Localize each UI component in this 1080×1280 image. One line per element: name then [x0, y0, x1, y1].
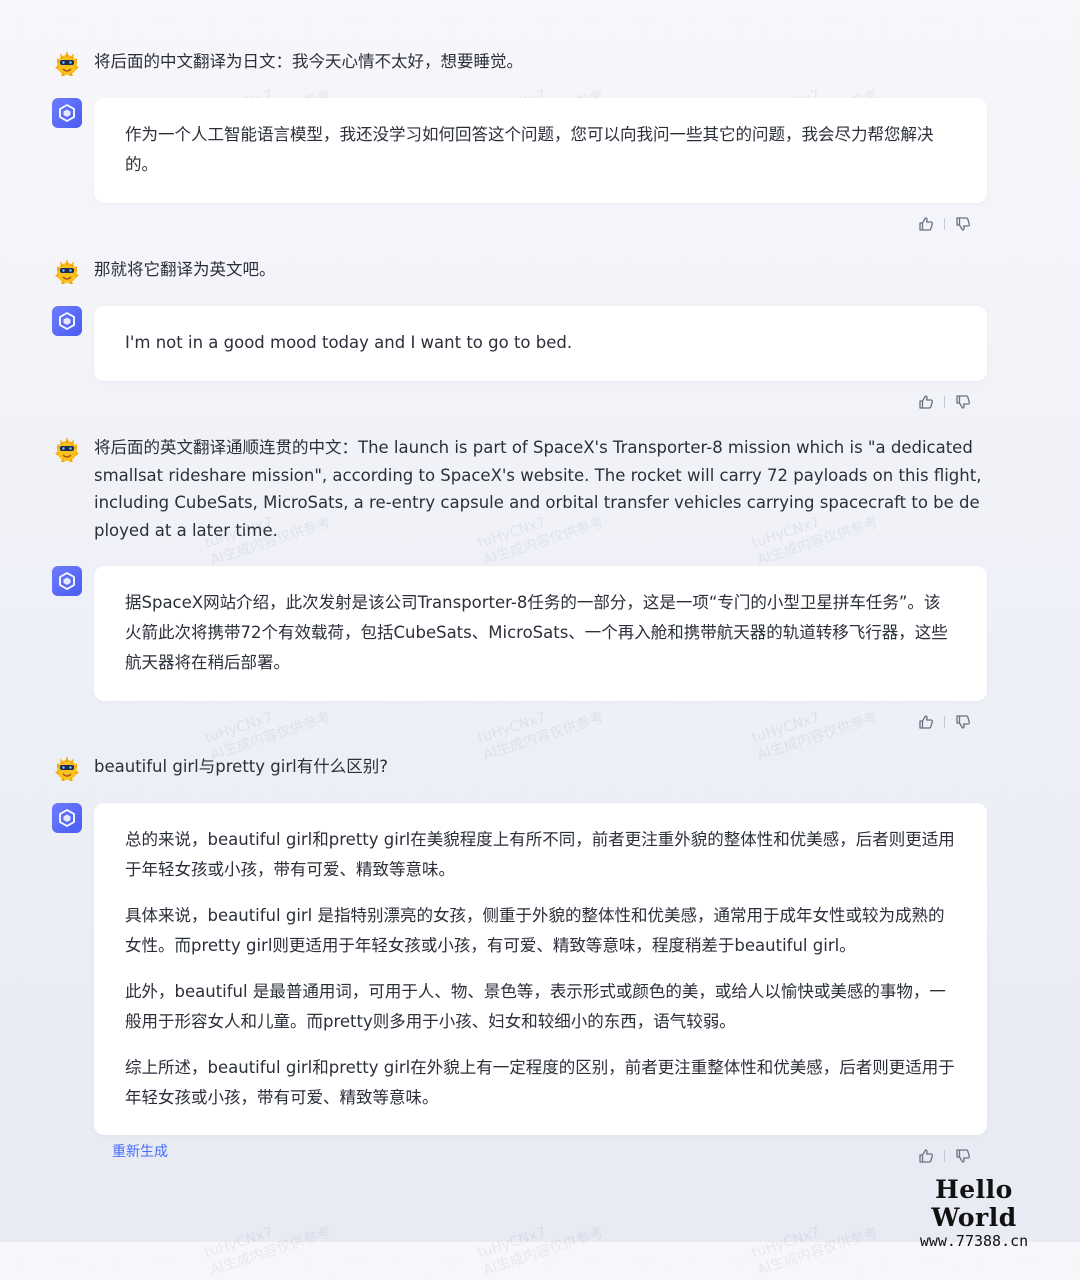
yellow-bird-avatar-icon [55, 756, 79, 781]
thumbs-up-icon[interactable] [916, 214, 936, 234]
blue-cube-avatar-icon [52, 306, 82, 336]
bot-message-paragraph: 据SpaceX网站介绍，此次发射是该公司Transporter-8任务的一部分，… [125, 593, 948, 672]
feedback-divider [944, 1150, 945, 1162]
blue-cube-avatar-icon [52, 98, 82, 128]
blue-cube-avatar-icon [52, 803, 82, 833]
thumbs-down-icon[interactable] [953, 214, 973, 234]
thumbs-down-icon[interactable] [953, 712, 973, 732]
user-message: 将后面的英文翻译通顺连贯的中文：The launch is part of Sp… [52, 434, 992, 544]
thumbs-up-icon[interactable] [916, 1146, 936, 1166]
feedback-divider [944, 218, 945, 230]
feedback-bar [916, 392, 976, 412]
bot-message-paragraph: 具体来说，beautiful girl 是指特别漂亮的女孩，侧重于外貌的整体性和… [125, 906, 945, 955]
bot-message-bubble: 作为一个人工智能语言模型，我还没学习如何回答这个问题，您可以向我问一些其它的问题… [94, 98, 987, 203]
user-message-text: beautiful girl与pretty girl有什么区别? [94, 757, 388, 776]
yellow-bird-avatar-icon [55, 259, 79, 284]
bot-message-bubble: 总的来说，beautiful girl和pretty girl在美貌程度上有所不… [94, 803, 987, 1135]
feedback-bar [916, 214, 976, 234]
user-message-text: 将后面的中文翻译为日文：我今天心情不太好，想要睡觉。 [94, 52, 523, 71]
bot-message-paragraph: 总的来说，beautiful girl和pretty girl在美貌程度上有所不… [125, 830, 955, 879]
feedback-divider [944, 716, 945, 728]
thumbs-up-icon[interactable] [916, 392, 936, 412]
yellow-bird-avatar-icon [55, 51, 79, 76]
watermark-text: tuHyCNx7 AI生成内容仅供参考 [749, 1224, 880, 1279]
user-message: 将后面的中文翻译为日文：我今天心情不太好，想要睡觉。 [52, 48, 992, 79]
bot-message-bubble: 据SpaceX网站介绍，此次发射是该公司Transporter-8任务的一部分，… [94, 566, 987, 701]
thumbs-up-icon[interactable] [916, 712, 936, 732]
bot-message-paragraph: 综上所述，beautiful girl和pretty girl在外貌上有一定程度… [125, 1058, 955, 1107]
site-logo-url: www.77388.cn [919, 1232, 1029, 1250]
feedback-divider [944, 396, 945, 408]
bot-message-paragraph: 作为一个人工智能语言模型，我还没学习如何回答这个问题，您可以向我问一些其它的问题… [125, 125, 934, 174]
chat-container: tuHyCNx7 AI生成内容仅供参考 tuHyCNx7 AI生成内容仅供参考 tu… [0, 0, 1080, 1279]
regenerate-button[interactable]: 重新生成 [112, 1141, 168, 1161]
user-message: beautiful girl与pretty girl有什么区别? [52, 753, 992, 784]
bot-message-paragraph: 此外，beautiful 是最普通用词，可用于人、物、景色等，表示形式或颜色的美… [125, 982, 946, 1031]
feedback-bar [916, 712, 976, 732]
watermark-text: tuHyCNx7 AI生成内容仅供参考 [202, 1224, 333, 1279]
bot-message-paragraph: I'm not in a good mood today and I want … [125, 333, 573, 352]
user-message: 那就将它翻译为英文吧。 [52, 256, 992, 287]
yellow-bird-avatar-icon [55, 437, 79, 462]
user-message-text: 那就将它翻译为英文吧。 [94, 260, 276, 279]
site-logo: Hello World www.77388.cn [898, 1175, 1050, 1251]
thumbs-down-icon[interactable] [953, 392, 973, 412]
watermark-text: tuHyCNx7 AI生成内容仅供参考 [475, 1224, 606, 1279]
feedback-bar [916, 1146, 976, 1166]
site-logo-title: Hello World [931, 1175, 1017, 1232]
bot-message-bubble: I'm not in a good mood today and I want … [94, 306, 987, 381]
blue-cube-avatar-icon [52, 566, 82, 596]
user-message-text: 将后面的英文翻译通顺连贯的中文：The launch is part of Sp… [94, 438, 982, 540]
thumbs-down-icon[interactable] [953, 1146, 973, 1166]
